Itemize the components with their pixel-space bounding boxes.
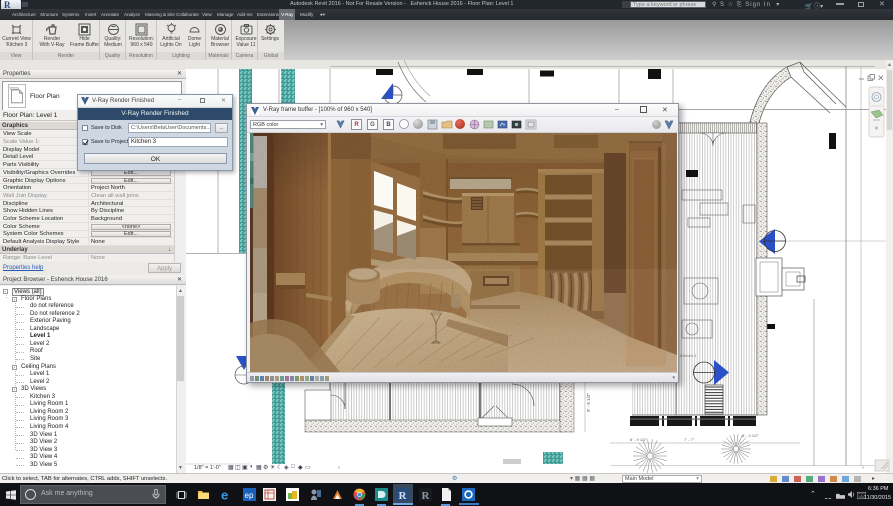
svg-text:7' - 7": 7' - 7" [684,437,695,442]
svg-text:R: R [422,490,431,501]
svg-text:8' - 9 1/2": 8' - 9 1/2" [630,437,647,442]
svg-text:8' - 4 1/2": 8' - 4 1/2" [742,433,759,438]
svg-text:e: e [221,488,228,501]
svg-text:ep: ep [245,491,254,500]
svg-text:9' - 6 1/2": 9' - 6 1/2" [586,393,591,412]
svg-text:Kitchen 1: Kitchen 1 [680,353,697,358]
svg-text:R: R [399,490,408,501]
